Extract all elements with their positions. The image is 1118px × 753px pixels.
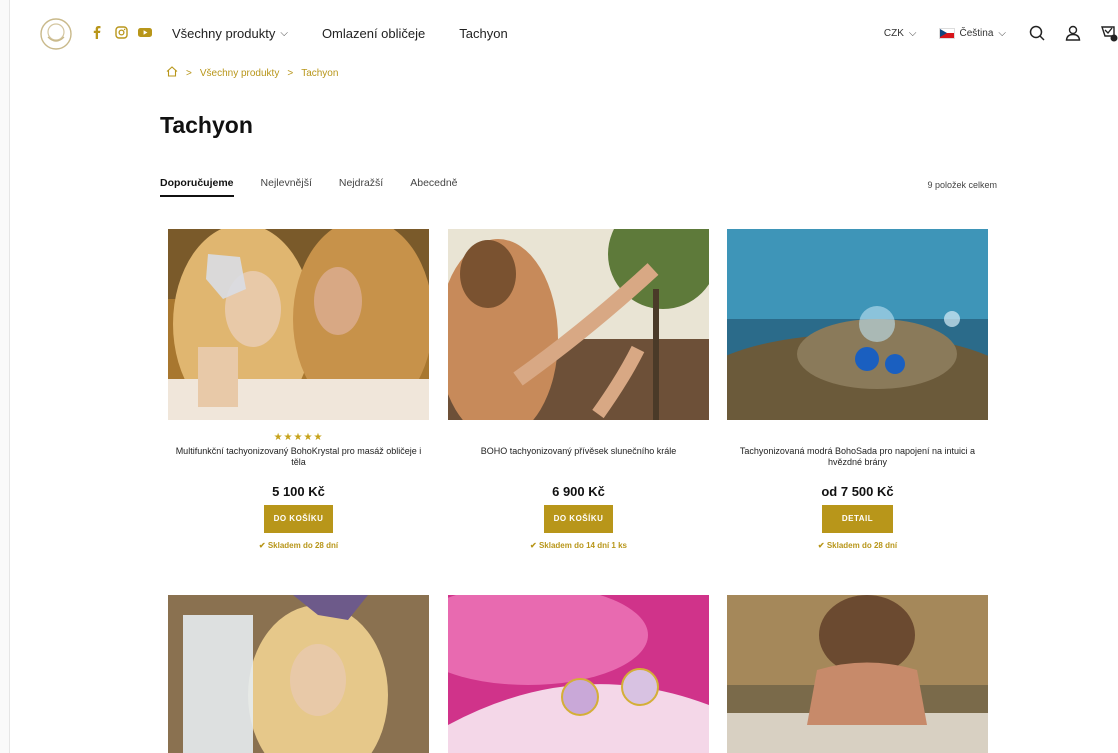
breadcrumb-separator: >: [186, 67, 192, 79]
stock-status: ✔ Skladem do 28 dní: [817, 541, 898, 550]
product-card: ★★★★★ Multifunkční tachyonizovaný BohoKr…: [168, 229, 429, 550]
product-price: 6 900 Kč: [552, 484, 605, 499]
tab-cheapest[interactable]: Nejlevnější: [261, 177, 312, 197]
product-name[interactable]: Tachyonizovaná modrá BohoSada pro napoje…: [727, 446, 988, 470]
currency-select[interactable]: CZK ⌵: [884, 28, 917, 39]
logo[interactable]: [39, 17, 73, 51]
nav-face-rejuvenation[interactable]: Omlazení obličeje: [322, 26, 425, 41]
product-name[interactable]: BOHO tachyonizovaný přívěsek slunečního …: [448, 446, 709, 470]
instagram-icon[interactable]: [114, 25, 128, 39]
nav-all-products[interactable]: Všechny produkty ⌵: [172, 26, 288, 41]
facebook-icon[interactable]: [90, 25, 104, 39]
nav-face-rejuvenation-label: Omlazení obličeje: [321, 26, 426, 41]
cart-icon[interactable]: [1100, 24, 1118, 42]
language-label: Čeština: [959, 27, 994, 39]
youtube-icon[interactable]: [138, 25, 152, 39]
product-image[interactable]: [168, 595, 429, 753]
header-tools: CZK ⌵ Čeština ⌵: [884, 24, 1118, 42]
tab-recommended[interactable]: Doporučujeme: [160, 177, 234, 197]
breadcrumb: > Všechny produkty > Tachyon: [166, 66, 338, 80]
social-links: [90, 25, 152, 39]
sort-tabs: Doporučujeme Nejlevnější Nejdražší Abece…: [160, 177, 485, 197]
nav-tachyon[interactable]: Tachyon: [459, 26, 507, 41]
currency-label: CZK: [883, 27, 904, 39]
nav-tachyon-label: Tachyon: [459, 26, 508, 41]
product-image[interactable]: [448, 595, 709, 753]
breadcrumb-all-products[interactable]: Všechny produkty: [200, 68, 280, 79]
product-name[interactable]: Multifunkční tachyonizovaný BohoKrystal …: [168, 446, 429, 470]
add-to-cart-button[interactable]: DO KOŠÍKU: [263, 505, 334, 533]
product-image[interactable]: [168, 229, 429, 420]
page-title: Tachyon: [160, 112, 253, 138]
chevron-down-icon: ⌵: [998, 27, 1006, 39]
user-icon[interactable]: [1064, 24, 1082, 42]
stock-status: ✔ Skladem do 28 dní: [258, 541, 339, 550]
rating-stars: [448, 432, 709, 444]
item-count: 9 položek celkem: [927, 180, 997, 190]
nav-all-products-label: Všechny produkty: [172, 26, 276, 41]
product-card: [727, 595, 988, 753]
breadcrumb-current: Tachyon: [301, 67, 339, 79]
tab-most-expensive[interactable]: Nejdražší: [339, 177, 383, 197]
product-image[interactable]: [727, 229, 988, 420]
tab-alphabetical[interactable]: Abecedně: [410, 177, 457, 197]
product-price: od 7 500 Kč: [821, 484, 894, 499]
product-card: Tachyonizovaná modrá BohoSada pro napoje…: [727, 229, 988, 550]
stock-status: ✔ Skladem do 14 dní 1 ks: [530, 541, 627, 550]
search-icon[interactable]: [1028, 24, 1046, 42]
chevron-down-icon: ⌵: [280, 28, 288, 39]
rating-stars: [727, 432, 988, 444]
chevron-down-icon: ⌵: [908, 27, 917, 39]
breadcrumb-separator: >: [287, 67, 294, 79]
main-nav: Všechny produkty ⌵ Omlazení obličeje Tac…: [172, 26, 542, 41]
product-price: 5 100 Kč: [272, 484, 325, 499]
left-edge: [0, 0, 10, 753]
rating-stars: ★★★★★: [273, 432, 324, 443]
product-image[interactable]: [727, 595, 988, 753]
detail-button[interactable]: DETAIL: [821, 505, 894, 533]
home-icon[interactable]: [166, 66, 178, 80]
product-image[interactable]: [448, 229, 709, 420]
product-card: [168, 595, 429, 753]
product-card: [448, 595, 709, 753]
add-to-cart-button[interactable]: DO KOŠÍKU: [543, 505, 614, 533]
product-card: BOHO tachyonizovaný přívěsek slunečního …: [448, 229, 709, 550]
language-select[interactable]: Čeština ⌵: [938, 27, 1006, 39]
site-header: Všechny produkty ⌵ Omlazení obličeje Tac…: [0, 0, 1118, 66]
czech-flag-icon: [938, 27, 955, 39]
